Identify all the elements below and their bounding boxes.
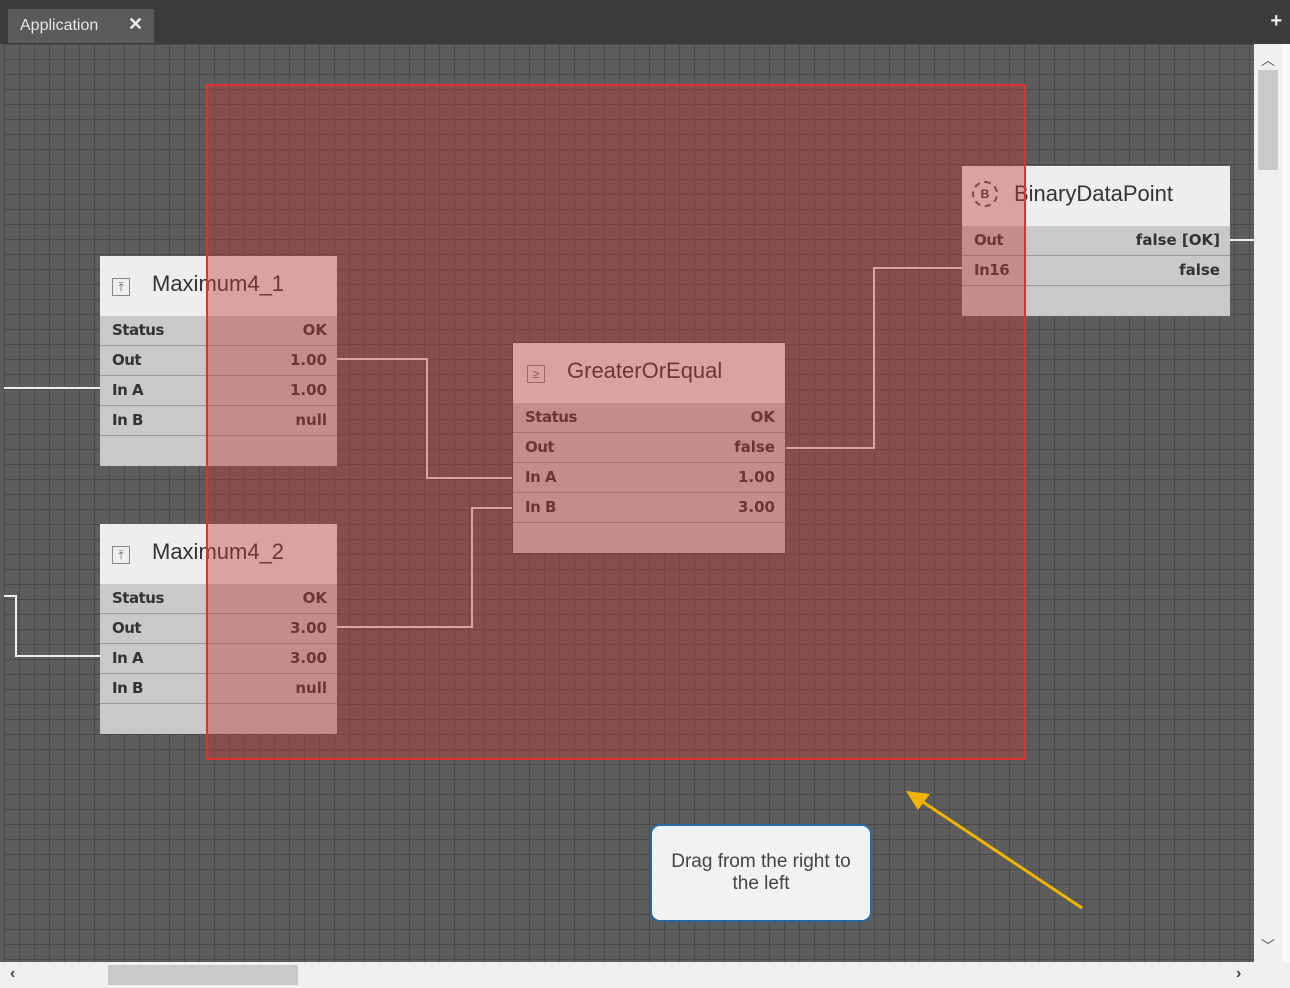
tab-label: Application xyxy=(20,17,99,34)
wire-in-maximum4-2 xyxy=(4,595,100,657)
row-label: In B xyxy=(112,411,143,429)
row-value: false [OK] xyxy=(1135,231,1220,249)
scroll-down-icon[interactable]: ﹀ xyxy=(1254,936,1282,956)
row-label: Out xyxy=(112,619,142,637)
scroll-up-icon[interactable]: ︿ xyxy=(1254,50,1282,70)
maximum-icon: ⤒ xyxy=(112,546,130,564)
row-label: In A xyxy=(112,649,144,667)
vertical-scrollbar[interactable]: ︿ ﹀ xyxy=(1254,44,1290,962)
tab-bar: Application ✕ + xyxy=(0,0,1290,44)
scroll-left-icon[interactable]: ‹ xyxy=(10,965,15,983)
row-label: Status xyxy=(112,589,164,607)
scrollbar-edge xyxy=(1282,44,1290,962)
plus-icon[interactable]: + xyxy=(1270,10,1282,33)
horizontal-scroll-thumb[interactable] xyxy=(108,965,298,985)
block-title: BinaryDataPoint xyxy=(1014,181,1173,206)
row-value: false xyxy=(1179,261,1220,279)
logic-canvas[interactable]: ⤒ Maximum4_1 Status OK Out 1.00 In A 1.00 I… xyxy=(4,44,1254,962)
tab-application[interactable]: Application ✕ xyxy=(8,9,154,43)
row-label: Status xyxy=(112,321,164,339)
application-window: Application ✕ + ⤒ Maximum4_1 Status OK Ou… xyxy=(0,0,1290,988)
row-label: Out xyxy=(112,351,142,369)
scroll-right-icon[interactable]: › xyxy=(1236,965,1241,983)
selection-rectangle xyxy=(206,84,1026,760)
callout-text: Drag from the right to the left xyxy=(671,851,851,894)
row-label: In A xyxy=(112,381,144,399)
close-icon[interactable]: ✕ xyxy=(128,14,143,35)
row-label: In B xyxy=(112,679,143,697)
instruction-callout: Drag from the right to the left xyxy=(650,824,872,922)
horizontal-scrollbar[interactable]: ‹ › xyxy=(0,962,1290,988)
maximum-icon: ⤒ xyxy=(112,278,130,296)
vertical-scroll-thumb[interactable] xyxy=(1258,70,1278,170)
